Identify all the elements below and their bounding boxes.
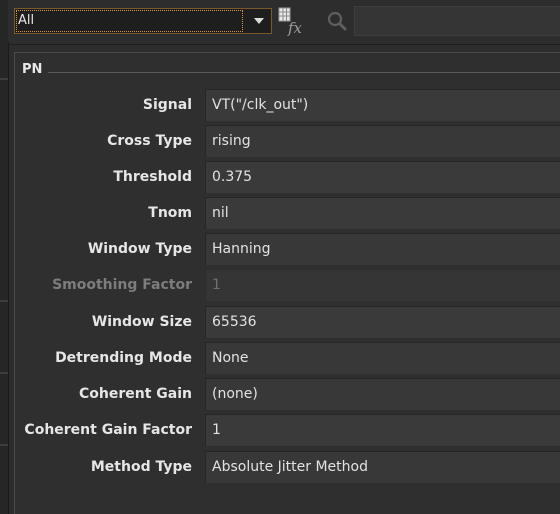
field-row-coherent-gain: Coherent Gain (none) <box>14 378 560 410</box>
gutter-tick <box>0 78 8 80</box>
chevron-down-icon[interactable] <box>247 9 271 33</box>
field-label: Signal <box>142 97 192 113</box>
focus-ring <box>16 10 243 32</box>
field-row-coherent-gain-factor: Coherent Gain Factor 1 <box>14 414 560 446</box>
window-size-input[interactable]: 65536 <box>205 306 560 338</box>
field-label: Smoothing Factor <box>52 277 192 293</box>
toolbar-divider <box>8 44 560 45</box>
field-row-detrending-mode: Detrending Mode None <box>14 342 560 374</box>
gutter-tick <box>0 300 8 302</box>
field-label: Threshold <box>113 169 192 185</box>
field-row-cross-type: Cross Type rising <box>14 125 560 157</box>
calculator-parameters-panel: All fx PN Signal VT("/clk_out") Cross Ty… <box>0 0 560 514</box>
coherent-gain-select[interactable]: (none) <box>205 378 560 410</box>
field-row-window-type: Window Type Hanning <box>14 233 560 265</box>
tnom-input[interactable]: nil <box>205 197 560 229</box>
method-type-select[interactable]: Absolute Jitter Method <box>205 451 560 483</box>
signal-input[interactable]: VT("/clk_out") <box>205 89 560 121</box>
threshold-input[interactable]: 0.375 <box>205 161 560 193</box>
search-input[interactable] <box>354 6 560 36</box>
field-row-threshold: Threshold 0.375 <box>14 161 560 193</box>
coherent-gain-factor-input[interactable]: 1 <box>205 414 560 446</box>
field-label: Coherent Gain Factor <box>24 422 192 438</box>
fx-icon[interactable]: fx <box>276 6 308 37</box>
field-row-method-type: Method Type Absolute Jitter Method <box>14 451 560 483</box>
gutter-tick <box>0 444 8 446</box>
group-title: PN <box>22 62 43 77</box>
field-row-signal: Signal VT("/clk_out") <box>14 89 560 121</box>
field-row-tnom: Tnom nil <box>14 197 560 229</box>
window-type-select[interactable]: Hanning <box>205 233 560 265</box>
toolbar: All fx <box>8 0 560 42</box>
field-label: Tnom <box>148 205 192 221</box>
smoothing-factor-input: 1 <box>205 269 560 301</box>
left-gutter <box>0 0 9 514</box>
field-label: Method Type <box>90 459 192 475</box>
field-label: Window Size <box>91 314 192 330</box>
gutter-tick <box>0 372 8 374</box>
cross-type-select[interactable]: rising <box>205 125 560 157</box>
svg-text:fx: fx <box>287 19 303 36</box>
detrending-mode-select[interactable]: None <box>205 342 560 374</box>
field-label: Window Type <box>87 241 192 257</box>
field-label: Detrending Mode <box>55 350 192 366</box>
field-row-smoothing-factor: Smoothing Factor 1 <box>14 269 560 301</box>
filter-select-value: All <box>18 13 35 28</box>
field-label: Coherent Gain <box>79 386 192 402</box>
group-title-rule <box>48 72 560 73</box>
magnifier-icon[interactable] <box>324 8 350 34</box>
field-row-window-size: Window Size 65536 <box>14 306 560 338</box>
field-label: Cross Type <box>107 133 192 149</box>
function-filter-select[interactable]: All <box>14 8 272 34</box>
